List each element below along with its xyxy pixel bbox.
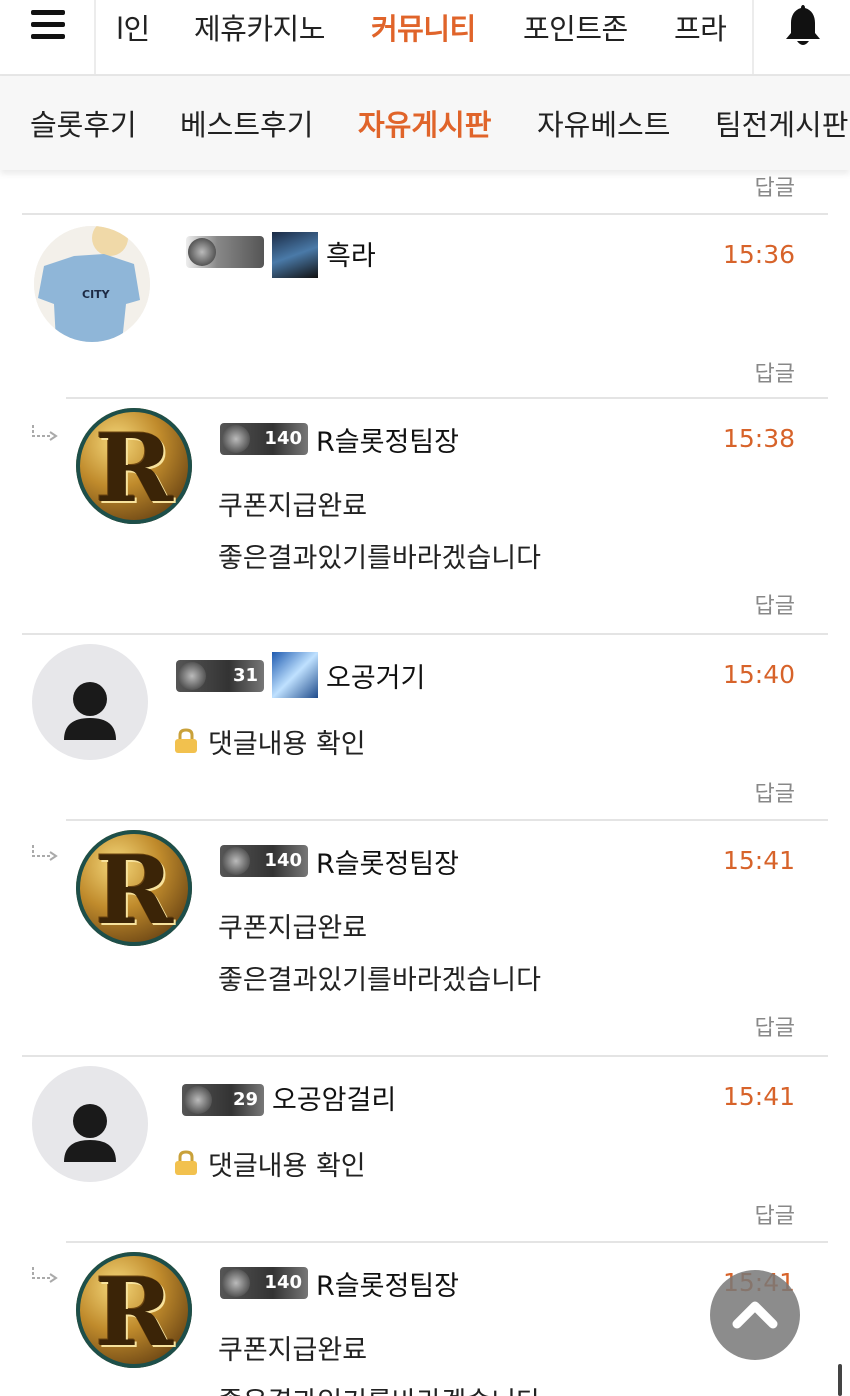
notification-button[interactable] — [752, 0, 850, 74]
level-number: 31 — [232, 665, 258, 686]
comment-text[interactable]: 댓글내용 확인 — [208, 722, 366, 761]
page-scrollbar[interactable] — [838, 1364, 842, 1396]
comment-item: R 140 R슬롯정팀장 15:41 쿠폰지급완료 좋은결과있기를바라겠습니다 … — [0, 820, 850, 1056]
board-sub-navigation: 슬롯후기 베스트후기 자유게시판 자유베스트 팀전게시판 — [0, 76, 850, 170]
reply-button[interactable]: 답글 — [755, 1198, 795, 1230]
reply-button[interactable]: 답글 — [755, 356, 795, 388]
menu-button[interactable] — [0, 0, 96, 74]
comment-username[interactable]: R슬롯정팀장 — [316, 1264, 459, 1303]
subtab-team-board[interactable]: 팀전게시판 — [715, 102, 848, 144]
reply-button[interactable]: 답글 — [755, 776, 795, 808]
avatar[interactable]: R — [76, 830, 192, 946]
comment-username[interactable]: 오공거기 — [326, 656, 425, 695]
level-badge — [186, 236, 264, 268]
level-badge: 140 — [220, 845, 308, 877]
comment-username[interactable]: R슬롯정팀장 — [316, 420, 459, 459]
comment-text: 쿠폰지급완료 — [218, 1335, 368, 1366]
subtab-best-review[interactable]: 베스트후기 — [180, 102, 313, 144]
default-user-icon — [64, 682, 116, 740]
level-number: 140 — [264, 1272, 302, 1293]
avatar-image: CITY — [34, 226, 150, 342]
avatar[interactable] — [32, 1066, 148, 1182]
avatar[interactable]: R — [76, 1252, 192, 1368]
level-badge: 140 — [220, 423, 308, 455]
bell-icon — [786, 5, 820, 45]
comment-text: 좋은결과있기를바라겠습니다 — [218, 965, 541, 996]
comment-time: 15:41 — [722, 846, 795, 875]
subtab-slot-review[interactable]: 슬롯후기 — [30, 102, 137, 144]
comment-username[interactable]: R슬롯정팀장 — [316, 842, 459, 881]
subtab-free-best[interactable]: 자유베스트 — [537, 102, 670, 144]
lock-icon — [175, 1150, 197, 1175]
tab-community[interactable]: 커뮤니티 — [371, 6, 476, 48]
chevron-up-icon — [732, 1301, 778, 1329]
comment-text[interactable]: 댓글내용 확인 — [208, 1144, 366, 1183]
comment-time: 15:36 — [722, 240, 795, 269]
default-user-icon — [64, 1104, 116, 1162]
comment-time: 15:41 — [722, 1082, 795, 1111]
tab-more[interactable]: 프라 — [674, 6, 727, 48]
reply-button[interactable]: 답글 — [755, 588, 795, 620]
top-navigation: l인 제휴카지노 커뮤니티 포인트존 프라 — [0, 0, 850, 76]
scroll-to-top-button[interactable] — [710, 1270, 800, 1360]
comment-item: CITY 흑라 15:36 답글 — [0, 214, 850, 398]
subtab-free-board[interactable]: 자유게시판 — [358, 102, 491, 144]
comment-text: 쿠폰지급완료 — [218, 491, 368, 522]
level-number: 140 — [264, 428, 302, 449]
level-badge: 31 — [176, 660, 264, 692]
top-tab-list: l인 제휴카지노 커뮤니티 포인트존 프라 — [96, 0, 752, 74]
reply-button[interactable]: 답글 — [755, 1010, 795, 1042]
level-badge: 140 — [220, 1267, 308, 1299]
profile-thumbnail — [272, 652, 318, 698]
svg-text:CITY: CITY — [82, 288, 111, 301]
avatar[interactable] — [32, 644, 148, 760]
comment-item: R 140 R슬롯정팀장 15:38 쿠폰지급완료 좋은결과있기를바라겠습니다 … — [0, 398, 850, 634]
comment-item: 29 오공암걸리 15:41 댓글내용 확인 답글 — [0, 1056, 850, 1242]
comment-time: 15:40 — [722, 660, 795, 689]
reply-arrow-icon — [32, 1267, 58, 1283]
comment-item: 31 오공거기 15:40 댓글내용 확인 답글 — [0, 634, 850, 820]
avatar[interactable]: R — [76, 408, 192, 524]
comment-time: 15:38 — [722, 424, 795, 453]
comment-text: 좋은결과있기를바라겠습니다 — [218, 543, 541, 574]
tab-ranking[interactable]: l인 — [116, 6, 150, 48]
tab-point-zone[interactable]: 포인트존 — [523, 6, 628, 48]
profile-thumbnail — [272, 232, 318, 278]
level-number: 140 — [264, 850, 302, 871]
comment-text: 좋은결과있기를바라겠습니다 — [218, 1380, 541, 1396]
comment-username[interactable]: 오공암걸리 — [272, 1078, 396, 1117]
reply-arrow-icon — [32, 845, 58, 861]
lock-icon — [175, 728, 197, 753]
level-number: 29 — [232, 1089, 258, 1110]
reply-arrow-icon — [32, 425, 58, 441]
comment-text: 쿠폰지급완료 — [218, 913, 368, 944]
level-badge: 29 — [182, 1084, 264, 1116]
reply-button[interactable]: 답글 — [755, 170, 795, 202]
tab-partner-casino[interactable]: 제휴카지노 — [194, 6, 325, 48]
comment-username[interactable]: 흑라 — [326, 234, 376, 273]
avatar[interactable]: CITY — [34, 226, 150, 342]
